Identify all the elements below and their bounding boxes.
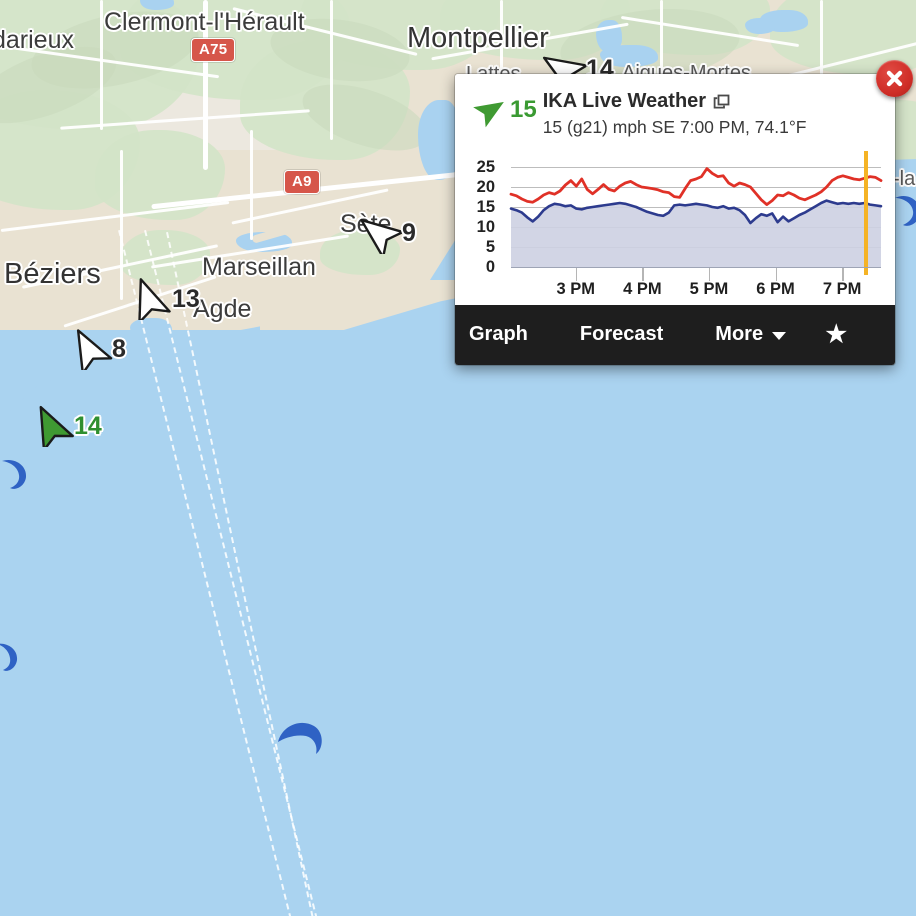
map-road xyxy=(100,0,103,130)
wind-direction-badge: 15 xyxy=(469,92,537,128)
close-icon xyxy=(886,70,903,87)
map-label: darieux xyxy=(0,26,74,54)
wind-graph[interactable]: 0 5 10 15 20 25 3 PM 4 PM 5 PM 6 PM 7 PM xyxy=(455,145,895,305)
wind-station-marker[interactable]: 14 xyxy=(24,405,102,447)
current-time-marker xyxy=(864,150,869,275)
favorite-button[interactable]: ★ xyxy=(825,320,847,348)
wind-speed-badge-value: 15 xyxy=(510,96,537,123)
kite-spot-icon[interactable] xyxy=(0,640,20,685)
map-lake xyxy=(745,18,775,34)
page-title: IKA Live Weather xyxy=(542,90,707,112)
chart-plot xyxy=(511,150,881,275)
popup-toolbar: Graph Forecast More ★ xyxy=(455,304,895,365)
chart-series-svg xyxy=(511,159,881,267)
wind-station-marker[interactable]: 8 xyxy=(62,328,126,370)
x-axis-labels: 3 PM 4 PM 5 PM 6 PM 7 PM xyxy=(511,280,881,300)
wind-fill-area xyxy=(511,200,881,267)
wind-station-value: 8 xyxy=(112,334,126,363)
wind-station-value: 14 xyxy=(74,411,102,440)
wind-arrow-icon xyxy=(76,329,113,370)
weather-summary: 15 (g21) mph SE 7:00 PM, 74.1°F xyxy=(542,117,807,137)
y-axis-tick-label: 20 xyxy=(476,177,495,196)
chart-area: 0 5 10 15 20 25 3 PM 4 PM 5 PM 6 PM 7 PM xyxy=(463,150,885,300)
popup-content: 15 IKA Live Weather 15 (g21) mph SE 7:00… xyxy=(455,74,895,305)
wind-arrow-icon xyxy=(39,405,74,447)
popup-header-text: IKA Live Weather 15 (g21) mph SE 7:00 PM… xyxy=(543,90,881,139)
tab-forecast-label: Forecast xyxy=(579,323,664,346)
wind-station-value: 9 xyxy=(402,218,416,247)
close-button[interactable] xyxy=(876,60,913,97)
map-label: -la xyxy=(893,168,916,190)
map-label: Clermont-l'Hérault xyxy=(104,8,305,36)
weather-popup: 15 IKA Live Weather 15 (g21) mph SE 7:00… xyxy=(455,74,895,365)
wind-station-marker[interactable]: 9 xyxy=(352,212,416,254)
popout-window-icon[interactable] xyxy=(713,94,730,110)
map-label: Montpellier xyxy=(407,22,549,54)
kite-spot-icon[interactable] xyxy=(0,455,30,504)
menu-more[interactable]: More xyxy=(715,323,787,346)
map-label: Béziers xyxy=(4,258,101,290)
x-axis-tick-label: 6 PM xyxy=(756,279,795,298)
popup-title-row: IKA Live Weather xyxy=(543,90,881,113)
popup-header: 15 IKA Live Weather 15 (g21) mph SE 7:00… xyxy=(455,74,895,145)
wind-arrow-icon xyxy=(360,218,404,254)
wind-arrow-icon xyxy=(469,99,508,128)
kite-spot-icon[interactable] xyxy=(893,190,916,241)
tab-graph-label: Graph xyxy=(469,323,528,346)
highway-shield: A9 xyxy=(284,170,320,194)
map-road xyxy=(250,130,253,240)
kite-spot-icon[interactable] xyxy=(274,714,326,767)
map-label: Marseillan xyxy=(202,253,316,281)
star-icon: ★ xyxy=(825,320,847,348)
map-app-screen: Clermont-l'HéraultdarieuxMontpellierLatt… xyxy=(0,0,916,916)
tab-forecast[interactable]: Forecast xyxy=(580,323,663,346)
menu-more-label: More xyxy=(715,323,764,346)
wind-arrow-icon xyxy=(138,278,171,320)
y-axis-tick-label: 15 xyxy=(476,197,495,216)
highway-shield: A75 xyxy=(191,38,236,62)
y-axis-tick-label: 10 xyxy=(476,217,495,236)
map-road xyxy=(330,0,333,140)
map-label: Agde xyxy=(193,295,252,323)
wind-station-value: 13 xyxy=(172,284,200,313)
y-axis-tick-label: 25 xyxy=(476,157,495,176)
y-axis-tick-label: 0 xyxy=(485,257,495,276)
x-axis-tick-label: 3 PM xyxy=(556,279,596,298)
tab-graph[interactable]: Graph xyxy=(469,323,528,346)
x-axis-tick-label: 4 PM xyxy=(623,279,662,298)
x-axis-tick-label: 7 PM xyxy=(822,279,862,298)
chevron-down-icon xyxy=(772,332,787,341)
wind-station-marker[interactable]: 13 xyxy=(122,278,200,320)
gust-line-series xyxy=(511,168,881,204)
x-axis-tick-label: 5 PM xyxy=(689,279,729,298)
y-axis-tick-label: 5 xyxy=(485,237,495,256)
